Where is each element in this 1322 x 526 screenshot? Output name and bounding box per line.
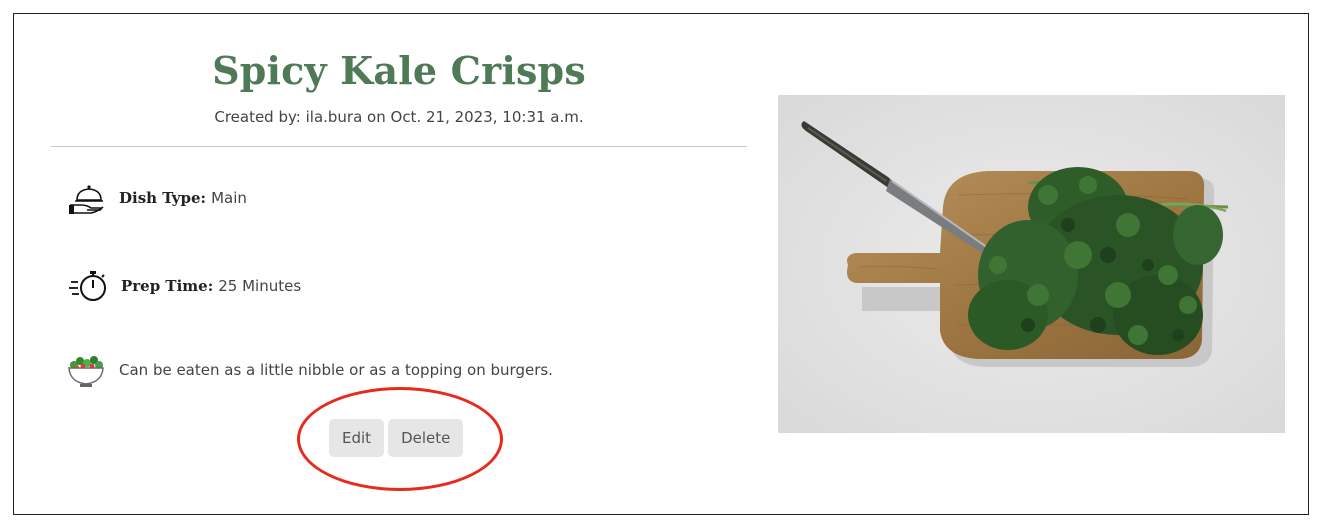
prep-time-row: Prep Time: 25 Minutes (69, 266, 301, 306)
recipe-card: Spicy Kale Crisps Created by: ila.bura o… (13, 13, 1309, 515)
prep-time-value: 25 Minutes (218, 277, 302, 295)
prep-time-label: Prep Time: (121, 277, 214, 295)
description-text: Can be eaten as a little nibble or as a … (119, 361, 553, 379)
recipe-meta: Created by: ila.bura on Oct. 21, 2023, 1… (214, 108, 584, 126)
stopwatch-icon (69, 266, 109, 306)
serving-cloche-icon (67, 178, 107, 218)
description-row: Can be eaten as a little nibble or as a … (66, 350, 553, 390)
divider (51, 146, 747, 147)
highlight-annotation-ellipse (297, 387, 503, 491)
salad-bowl-icon (66, 350, 106, 390)
recipe-photo (778, 95, 1285, 433)
dish-type-label: Dish Type: (119, 189, 207, 207)
recipe-title: Spicy Kale Crisps (212, 48, 586, 93)
dish-type-value: Main (211, 189, 247, 207)
dish-type-row: Dish Type: Main (67, 178, 247, 218)
